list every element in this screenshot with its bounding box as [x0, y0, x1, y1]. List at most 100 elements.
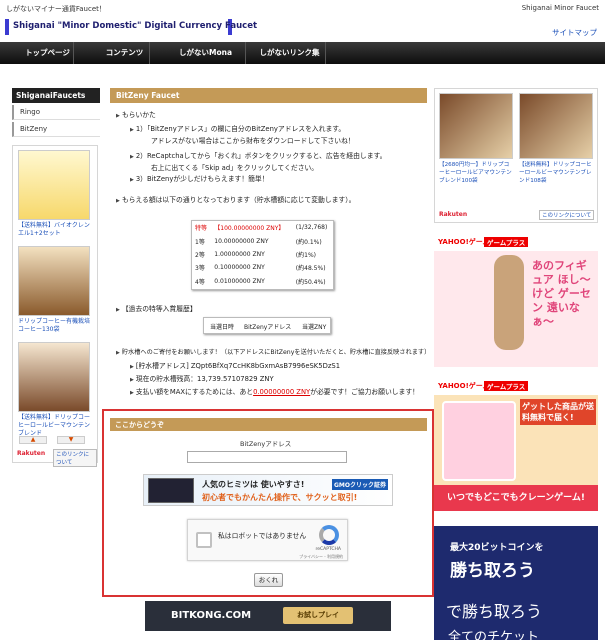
max-pay-amount: 0.00000000 ZNY — [253, 388, 311, 396]
ad-product[interactable]: 【送料無料】ドリップコーヒーロールビーマウンテンブレンド — [18, 342, 90, 438]
step-2: 2）ReCaptchaしてから「おくれ」ボタンをクリックすると、広告を経由します… — [130, 152, 387, 162]
site-logo[interactable]: Shiganai "Minor Domestic" Digital Curren… — [5, 19, 257, 35]
sidebar-title: ShiganaiFaucets — [12, 88, 100, 103]
step-1: 1）「BitZenyアドレス」の欄に自分のBitZenyアドレスを入れます。 — [130, 125, 345, 135]
ad-bottom: 全てのチケット — [448, 630, 540, 640]
history-header-date: 当選日時 — [210, 324, 235, 331]
amount: 0.10000000 ZNY — [214, 264, 265, 272]
recaptcha-links[interactable]: プライバシー - 利用規約 — [299, 554, 343, 560]
yahoo-games-logo: YAHOO!ゲーム — [438, 382, 490, 390]
ad-product[interactable]: 【送料無料】バイオクレンエル1+2セット — [18, 150, 90, 238]
ad-product[interactable]: 【2680円均一】ドリップコーヒーロールビアマウンテンブレンド100袋 — [439, 93, 513, 185]
pool-address: [貯水槽アドレス] ZQpt6BfXq7CcHK8bGxmAsB7996eSK5… — [130, 362, 340, 372]
sidebar-ad: 【送料無料】バイオクレンエル1+2セット ドリップコーヒー有機栽培コーヒー130… — [12, 145, 98, 467]
ad-footer: いつでもどこでもクレーンゲーム! — [434, 485, 598, 511]
product-image — [18, 342, 90, 412]
bitcoin-ad[interactable]: 最大20ビットコインを 勝ち取ろう で勝ち取ろう 全てのチケット — [434, 526, 598, 640]
history-title: 【過去の特等入賞履歴】 — [116, 305, 197, 315]
ad-header: YAHOO!ゲーム ゲームプラス — [434, 377, 598, 395]
top-strip: しがないマイナー通貨Faucet！ Shiganai Minor Faucet — [0, 0, 605, 17]
rank: 1等 — [195, 238, 205, 246]
probability: (約48.5%) — [295, 265, 326, 273]
address-label: BitZenyアドレス — [240, 440, 292, 448]
prev-button[interactable]: ▲ — [19, 436, 47, 444]
rank: 4等 — [195, 278, 205, 286]
recaptcha-checkbox[interactable] — [196, 532, 212, 548]
sitemap-link[interactable]: サイトマップ — [552, 27, 597, 38]
figure-image — [494, 255, 524, 350]
table-row: 3等 0.10000000 ZNY (約48.5%) — [192, 261, 333, 274]
nav-item-mona-faucet[interactable]: しがないMona Faucet — [166, 42, 246, 79]
gmo-logo: GMOクリック証券 — [332, 479, 388, 490]
step-3: 3）BitZenyが少しだけもらえます！簡単！ — [130, 175, 269, 185]
game-ad-1[interactable]: YAHOO!ゲーム ゲームプラス あのフィギュア ほし〜けど ゲーセン 遠いなぁ… — [434, 233, 598, 367]
game-ad-2[interactable]: YAHOO!ゲーム ゲームプラス ゲットした商品が送料無料で届く! いつでもどこ… — [434, 377, 598, 511]
probability: (約50.4%) — [295, 278, 326, 286]
page-title: BitZeny Faucet — [110, 88, 427, 103]
rank: 3等 — [195, 265, 205, 273]
step-2-note: 右上に出てくる「Skip ad」をクリックしてください。 — [151, 164, 319, 172]
game-plus-logo: ゲームプラス — [484, 381, 529, 391]
nav-item-contents[interactable]: コンテンツ — [100, 42, 150, 64]
product-title: ドリップコーヒー有機栽培コーヒー130袋 — [18, 318, 91, 333]
about-link[interactable]: このリンクについて — [539, 210, 595, 220]
yahoo-games-logo: YAHOO!ゲーム — [438, 238, 490, 246]
donate-text: 貯水槽へのご寄付をお願いします！（以下アドレスにBitZenyを送付いただくと、… — [116, 348, 430, 358]
form-title: ここからどうぞ — [110, 418, 427, 431]
game-plus-logo: ゲームプラス — [484, 237, 529, 247]
phone-image — [442, 401, 516, 481]
bitkong-cta-button[interactable]: お試しプレイ — [283, 607, 353, 624]
bitkong-name: BITKONG.COM — [171, 610, 252, 621]
amount: 【100.00000000 ZNY】 — [214, 225, 285, 233]
table-row: 2等 1.00000000 ZNY (約1%) — [192, 248, 333, 261]
table-row: 4等 0.01000000 ZNY (約50.4%) — [192, 275, 333, 288]
table-row: 特等 【100.00000000 ZNY】 (1/32,768) — [192, 221, 333, 234]
site-name: Shiganai Minor Faucet — [521, 4, 599, 12]
gmo-headline: 人気のヒミツは 使いやすさ! — [202, 480, 305, 489]
pool-balance: 現在の貯水槽残高：13,739.57107829 ZNY — [130, 375, 274, 385]
product-image — [439, 93, 513, 159]
rank: 2等 — [195, 251, 205, 259]
rakuten-logo: Rakuten — [439, 211, 468, 218]
probability: (約0.1%) — [295, 238, 322, 246]
table-row: 1等 10.00000000 ZNY (約0.1%) — [192, 234, 333, 247]
ad-header: YAHOO!ゲーム ゲームプラス — [434, 233, 598, 251]
chart-screen-image — [148, 478, 194, 503]
nav-item-top[interactable]: トップページ — [22, 42, 74, 64]
nav-item-links[interactable]: しがないリンク集 — [254, 42, 326, 64]
site-tagline: しがないマイナー通貨Faucet！ — [6, 5, 106, 13]
submit-button[interactable]: おくれ — [254, 573, 283, 587]
ad-product[interactable]: 【送料無料】ドリップコーヒーロールビーマウンテンブレンド108袋 — [519, 93, 593, 185]
max-pay-prefix: 支払い額をMAXにするためには、あと — [135, 388, 254, 396]
recaptcha-icon — [319, 525, 339, 545]
address-input[interactable] — [187, 451, 347, 463]
history-header-amount: 当選ZNY — [302, 324, 327, 331]
step-1-note: アドレスがない場合はここから財布をダウンロードして下さいね！ — [151, 137, 355, 145]
sidebar-item-ringo[interactable]: Ringo — [12, 105, 100, 120]
sidebar-item-bitzeny[interactable]: BitZeny — [12, 122, 100, 137]
max-pay-suffix: が必要です！ご協力お願いします！ — [310, 388, 419, 396]
intro-heading: もらいかた — [116, 111, 156, 121]
product-title: 【送料無料】ドリップコーヒーロールビーマウンテンブレンド — [18, 414, 91, 437]
ad-copy: あのフィギュア ほし〜けど ゲーセン 遠いなぁ〜 — [532, 259, 591, 328]
next-button[interactable]: ▼ — [57, 436, 85, 444]
bitkong-banner-ad[interactable]: BITKONG.COM お試しプレイ — [145, 601, 391, 631]
product-image — [18, 150, 90, 220]
ad-product[interactable]: ドリップコーヒー有機栽培コーヒー130袋 — [18, 246, 90, 334]
product-title: 【送料無料】バイオクレンエル1+2セット — [18, 222, 90, 237]
gmo-banner-ad[interactable]: 人気のヒミツは 使いやすさ! 初心者でもかんたん操作で、サクッと取引! GMOク… — [143, 474, 393, 506]
amount: 1.00000000 ZNY — [214, 250, 265, 258]
recaptcha-label: 私はロボットではありません — [218, 532, 307, 540]
history-table: 当選日時 BitZenyアドレス 当選ZNY — [203, 317, 331, 334]
product-image — [18, 246, 90, 316]
about-link[interactable]: このリンクについて — [53, 449, 97, 467]
main-nav: トップページ コンテンツ しがないMona Faucet しがないリンク集 — [0, 42, 605, 79]
amount: 0.01000000 ZNY — [214, 277, 265, 285]
recaptcha-brand: reCAPTCHA — [315, 547, 341, 552]
rakuten-logo: Rakuten — [17, 450, 46, 457]
rakuten-ad-right: 【2680円均一】ドリップコーヒーロールビアマウンテンブレンド100袋 【送料無… — [434, 88, 598, 223]
max-pay-note: 支払い額をMAXにするためには、あと0.00000000 ZNYが必要です！ご協… — [130, 388, 419, 398]
product-title: 【送料無料】ドリップコーヒーロールビーマウンテンブレンド108袋 — [519, 162, 592, 184]
product-title: 【2680円均一】ドリップコーヒーロールビアマウンテンブレンド100袋 — [439, 162, 512, 184]
ad-sub: で勝ち取ろう — [446, 602, 543, 621]
